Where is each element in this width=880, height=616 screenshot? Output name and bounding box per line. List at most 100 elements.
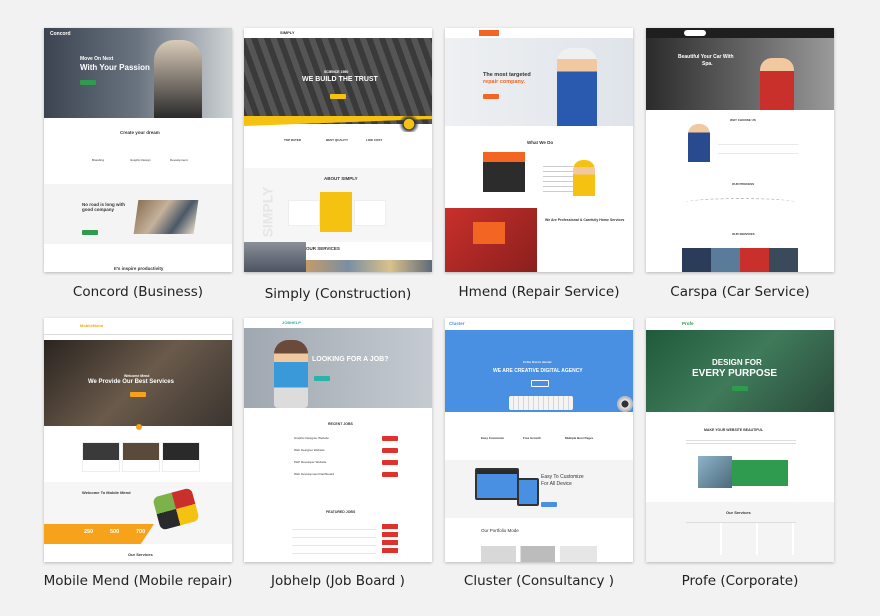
concord-hero <box>44 28 232 118</box>
profe-intro-lines <box>686 438 796 446</box>
hmend-promo-card <box>473 222 505 244</box>
carspa-hero-line2: Spa. <box>702 61 713 67</box>
simply-about-card-1 <box>288 200 320 226</box>
concord-quote-button[interactable] <box>82 230 98 235</box>
jobhelp-featured-list <box>292 522 376 554</box>
simply-hero-title: WE BUILD THE TRUST <box>302 76 378 83</box>
caption-cluster: Cluster (Consultancy ) <box>463 573 615 589</box>
mobilemend-card-3 <box>162 442 200 472</box>
hmend-hero-line2: repair company. <box>483 79 526 85</box>
concord-quote: No road is long with good company <box>82 202 125 212</box>
carspa-process-line <box>686 198 796 207</box>
concord-card-2: Graphic Design <box>130 158 151 162</box>
simply-services-strip <box>306 260 432 272</box>
simply-feature-3: LOW COST <box>366 138 383 142</box>
simply-about-title: ABOUT SIMPLY <box>324 176 358 181</box>
simply-feature-1: TOP RATED <box>284 138 302 142</box>
simply-feature-2: BEST QUALITY <box>326 138 349 142</box>
carspa-why-title: WHY CHOOSE US <box>730 118 756 122</box>
concord-hero-title: With Your Passion <box>80 63 150 72</box>
hmend-logo-badge <box>479 30 499 36</box>
concord-thumbnail[interactable]: Concord Move On Next With Your Passion C… <box>44 28 232 272</box>
hmend-hero-line1: The most targeted <box>483 72 531 78</box>
cluster-feature-2: Free Growth <box>523 436 541 440</box>
concord-collage-image <box>133 200 199 234</box>
jobhelp-hero-title: LOOKING FOR A JOB? <box>312 356 389 363</box>
jobhelp-recent-title: RECENT JOBS <box>328 422 353 426</box>
simply-side-text: SIMPLY <box>259 186 276 238</box>
mobilemend-card-2 <box>122 442 160 472</box>
hmend-hero-button[interactable] <box>483 94 499 99</box>
jobhelp-job-3: PHP Developer Website <box>294 460 327 464</box>
jobhelp-job-2: Web Designer Website <box>294 448 325 452</box>
carspa-thumbnail[interactable]: Beautiful Your Car With Spa. WHY CHOOSE … <box>646 28 834 272</box>
jobhelp-job-1: Graphic Designer Website <box>294 436 329 440</box>
hmend-service-list <box>543 162 573 192</box>
simply-about-card-3 <box>354 200 386 226</box>
cluster-promo-button[interactable] <box>541 502 557 507</box>
carspa-services-title: OUR SERVICES <box>732 232 755 236</box>
profe-thumbnail[interactable]: Profe DESIGN FOR EVERY PURPOSE MAKE YOUR… <box>646 318 834 562</box>
cluster-logo: Cluster <box>449 321 465 326</box>
simply-thumbnail[interactable]: SIMPLY SCIENCE 1950 WE BUILD THE TRUST T… <box>244 28 432 272</box>
profe-hero-button[interactable] <box>732 386 748 391</box>
mobilemend-hero-button[interactable] <box>130 392 146 397</box>
jobhelp-job-4: Web Development Dashboard <box>294 472 335 476</box>
simply-about-card-2 <box>320 192 352 232</box>
simply-logo: SIMPLY <box>280 30 295 35</box>
profe-hero-line2: EVERY PURPOSE <box>692 368 778 379</box>
carspa-topbar <box>646 28 834 38</box>
mobilemend-topbar <box>44 318 232 335</box>
caption-profe: Profe (Corporate) <box>681 573 799 589</box>
concord-person-image <box>154 40 202 118</box>
caption-hmend: Hmend (Repair Service) <box>458 284 620 300</box>
profe-services-title: Our Services <box>726 510 751 515</box>
hmend-worker-image <box>557 48 597 126</box>
cluster-devices-band <box>445 460 633 518</box>
jobhelp-apply-2[interactable] <box>382 448 398 453</box>
profe-services-grid <box>686 522 796 555</box>
simply-hero-pre: SCIENCE 1950 <box>324 70 349 74</box>
profe-subtitle: MAKE YOUR WEBSITE BEAUTIFUL <box>704 428 764 432</box>
hmend-service-menu-active <box>483 152 525 162</box>
profe-hero-line1: DESIGN FOR <box>712 358 762 367</box>
cluster-portfolio-title: Our Portfolio Mode <box>481 528 519 533</box>
jobhelp-apply-1[interactable] <box>382 436 398 441</box>
caption-jobhelp: Jobhelp (Job Board ) <box>271 573 405 589</box>
profe-logo: Profe <box>682 321 694 326</box>
concord-card-1: Branding <box>92 158 105 162</box>
mobilemend-thumbnail[interactable]: MobileMend Welcome Mend We Provide Our B… <box>44 318 232 562</box>
hmend-thumbnail[interactable]: The most targeted repair company. What W… <box>445 28 633 272</box>
mobilemend-hero-title: We Provide Our Best Services <box>88 379 174 385</box>
cluster-portfolio-strip <box>481 546 597 562</box>
carspa-services-strip <box>682 248 798 272</box>
simply-services-image <box>244 242 306 272</box>
concord-logo: Concord <box>50 31 71 37</box>
caption-mobilemend: Mobile Mend (Mobile repair) <box>43 573 233 589</box>
mobilemend-hero-pre: Welcome Mend <box>124 374 150 378</box>
cluster-hero-pre: In the first in cluster <box>523 360 552 364</box>
jobhelp-person-image <box>274 340 308 408</box>
concord-footer-text: It's inspire productivity <box>114 266 164 271</box>
cluster-thumbnail[interactable]: Cluster In the first in cluster WE ARE C… <box>445 318 633 562</box>
carspa-process-title: OUR PROCESS <box>732 182 755 186</box>
concord-hero-button[interactable] <box>80 80 96 85</box>
jobhelp-apply-3[interactable] <box>382 460 398 465</box>
simply-hero-button[interactable] <box>330 94 346 99</box>
cluster-keyboard-image <box>509 396 573 410</box>
jobhelp-apply-4[interactable] <box>382 472 398 477</box>
cluster-camera-image <box>617 396 633 412</box>
mobilemend-welcome-title: Welcome To Mobile Mend <box>82 490 131 495</box>
carspa-mechanic-image <box>760 58 794 110</box>
jobhelp-thumbnail[interactable]: JOBHELP LOOKING FOR A JOB? RECENT JOBS G… <box>244 318 432 562</box>
hmend-promo-text: We Are Professional & Carefully Home Ser… <box>545 218 625 222</box>
carspa-logo-badge <box>684 30 706 36</box>
jobhelp-hero-button[interactable] <box>314 376 330 381</box>
carspa-features <box>718 136 798 158</box>
carspa-hero-line1: Beautiful Your Car With <box>678 54 734 60</box>
concord-section-title: Create your dream <box>120 130 160 135</box>
cluster-hero-button[interactable] <box>531 380 549 387</box>
jobhelp-featured-buttons <box>382 524 398 554</box>
mobilemend-stat-1: 250 <box>84 529 94 535</box>
cluster-hero-title: WE ARE CREATIVE DIGITAL AGENCY <box>493 368 583 374</box>
